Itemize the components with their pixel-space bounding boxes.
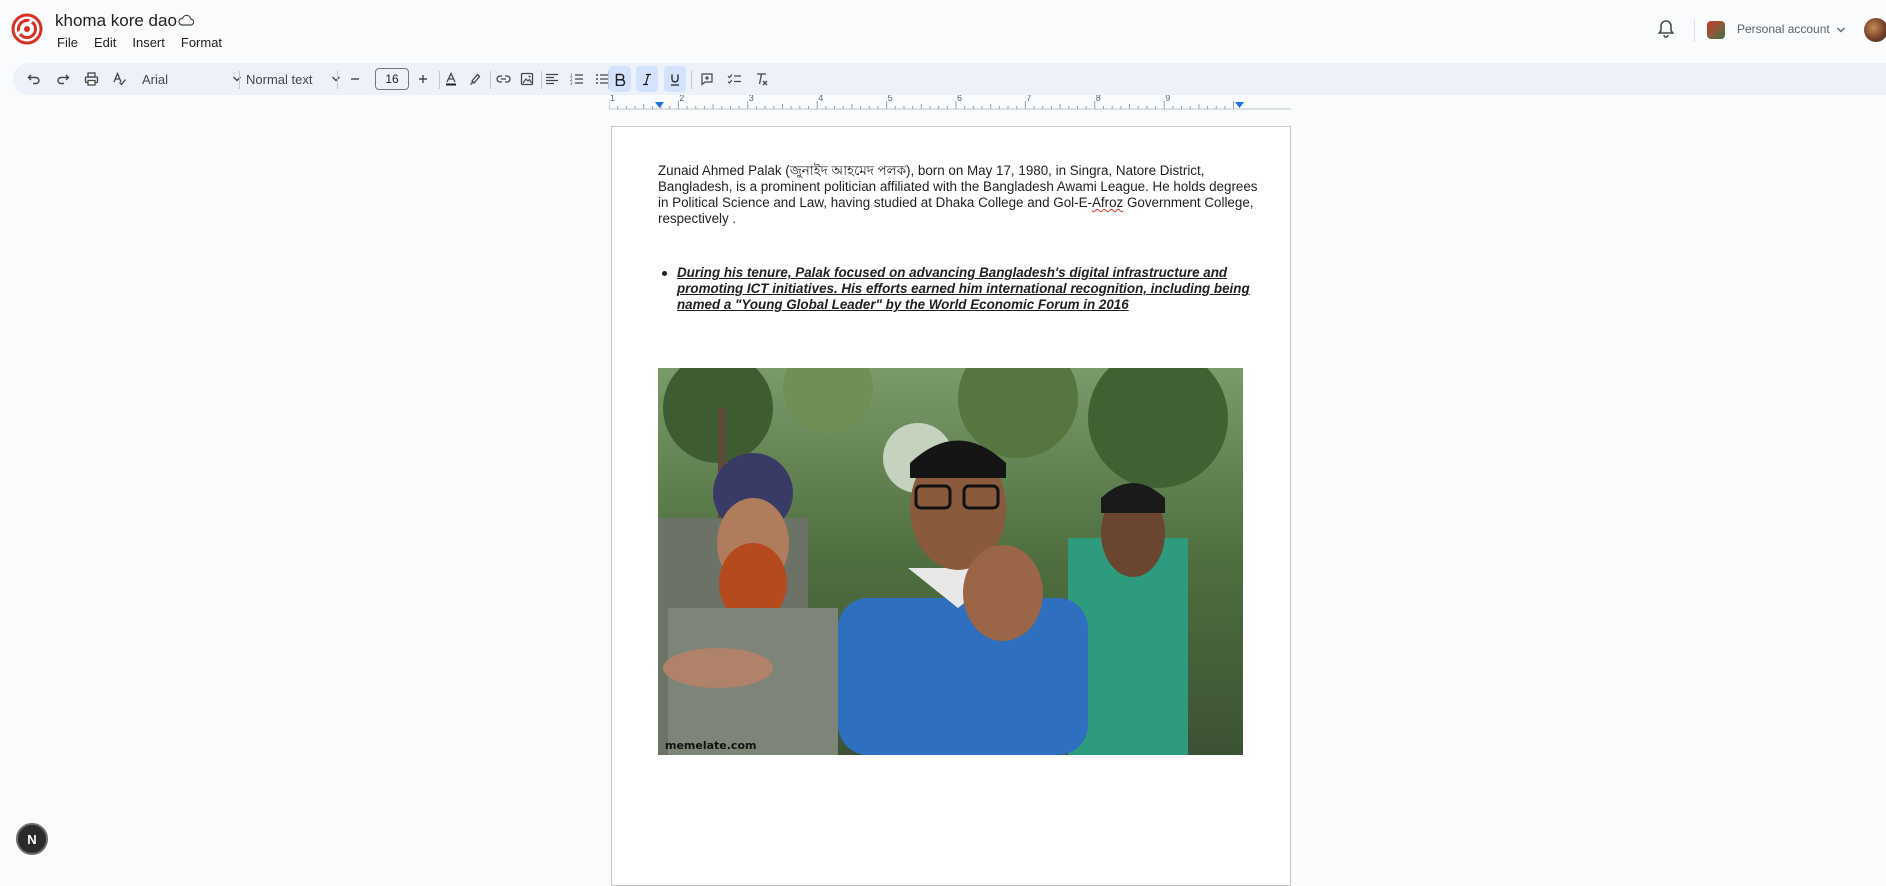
app-header: khoma kore dao File Edit Insert Format P…	[0, 0, 1886, 58]
photo-illustration	[658, 368, 1243, 755]
ruler-label: 9	[1165, 95, 1170, 103]
bullet-dot	[662, 271, 667, 276]
menu-bar: File Edit Insert Format	[49, 33, 230, 52]
body-paragraph[interactable]: Zunaid Ahmed Palak (জুনাইদ আহমেদ পলক), b…	[658, 163, 1258, 227]
user-avatar[interactable]	[1864, 18, 1886, 42]
highlighter-icon	[470, 73, 481, 85]
formatting-toolbar: Arial Normal text 16 123	[13, 63, 1886, 95]
chevron-down-icon	[233, 76, 241, 82]
document-title[interactable]: khoma kore dao	[55, 11, 177, 31]
redo-button[interactable]	[51, 63, 75, 95]
increase-font-size-button[interactable]	[411, 63, 435, 95]
print-button[interactable]	[79, 63, 103, 95]
font-family-dropdown[interactable]: Arial	[142, 63, 250, 95]
bulleted-list: During his tenure, Palak focused on adva…	[658, 265, 1258, 313]
insert-link-button[interactable]	[491, 63, 515, 95]
checklist-button[interactable]	[722, 63, 746, 95]
misspelled-word[interactable]: Afroz	[1092, 195, 1123, 210]
add-comment-button[interactable]	[695, 63, 719, 95]
undo-button[interactable]	[22, 63, 46, 95]
text-color-button[interactable]	[439, 63, 463, 95]
align-left-icon	[546, 73, 558, 85]
right-indent-marker[interactable]	[1235, 102, 1244, 108]
plus-icon	[419, 75, 427, 83]
ruler-label: 7	[1026, 95, 1031, 103]
toolbar-divider	[239, 71, 240, 89]
numbered-list-button[interactable]: 123	[565, 63, 589, 95]
align-left-button[interactable]	[540, 63, 564, 95]
account-divider	[1694, 20, 1695, 42]
cloud-saved-icon[interactable]	[178, 14, 194, 26]
undo-icon	[27, 74, 40, 85]
italic-button[interactable]	[636, 66, 658, 92]
spellcheck-button[interactable]	[107, 63, 131, 95]
menu-file[interactable]: File	[49, 33, 86, 52]
underline-button[interactable]	[664, 66, 686, 92]
menu-edit[interactable]: Edit	[86, 33, 124, 52]
bulleted-list-icon	[596, 74, 608, 84]
paragraph-style-value: Normal text	[246, 71, 313, 87]
highlight-color-button[interactable]	[463, 63, 487, 95]
assistant-fab-button[interactable]: N	[16, 823, 48, 855]
chevron-down-icon	[332, 76, 340, 82]
insert-image-button[interactable]	[515, 63, 539, 95]
image-watermark: memelate.com	[665, 739, 757, 752]
ruler-label: 8	[1096, 95, 1101, 103]
bold-button[interactable]	[609, 66, 631, 92]
clear-formatting-button[interactable]	[750, 63, 774, 95]
toolbar-divider	[691, 71, 692, 89]
minus-icon	[351, 78, 359, 80]
account-avatar[interactable]	[1707, 21, 1725, 39]
font-family-value: Arial	[142, 71, 169, 87]
ruler-scale: 1 2 3 4 5 6 7 8 9	[609, 95, 1291, 110]
spellcheck-icon	[112, 72, 126, 86]
account-switcher-label[interactable]: Personal account	[1737, 22, 1830, 36]
ruler-label: 6	[957, 95, 962, 103]
ruler-label: 2	[679, 95, 684, 103]
notifications-bell-icon[interactable]	[1657, 19, 1675, 38]
left-indent-marker[interactable]	[655, 102, 664, 108]
svg-text:3: 3	[570, 81, 573, 85]
toolbar-divider	[337, 71, 338, 89]
chevron-down-icon[interactable]	[1836, 26, 1846, 34]
menu-format[interactable]: Format	[173, 33, 230, 52]
underline-icon	[671, 74, 679, 86]
bold-icon	[615, 73, 626, 86]
numbered-list-icon: 123	[570, 73, 583, 85]
link-icon	[495, 75, 511, 83]
horizontal-ruler[interactable]: 1 2 3 4 5 6 7 8 9	[609, 95, 1291, 113]
paragraph-style-dropdown[interactable]: Normal text	[246, 63, 348, 95]
text-color-icon	[446, 72, 456, 86]
clear-formatting-icon	[757, 73, 768, 86]
checklist-icon	[727, 74, 741, 84]
ruler-label: 3	[749, 95, 754, 103]
comment-icon	[701, 73, 713, 86]
italic-icon	[643, 73, 651, 85]
embedded-photo[interactable]: memelate.com	[658, 368, 1243, 755]
font-size-input[interactable]: 16	[375, 68, 409, 90]
print-icon	[84, 72, 98, 86]
decrease-font-size-button[interactable]	[343, 63, 367, 95]
ruler-label: 4	[818, 95, 823, 103]
menu-insert[interactable]: Insert	[124, 33, 173, 52]
redo-icon	[57, 74, 70, 85]
list-item[interactable]: During his tenure, Palak focused on adva…	[658, 265, 1258, 313]
list-item-text: During his tenure, Palak focused on adva…	[677, 265, 1250, 312]
app-logo-icon[interactable]	[11, 13, 43, 45]
document-page[interactable]: Zunaid Ahmed Palak (জুনাইদ আহমেদ পলক), b…	[611, 126, 1291, 886]
ruler-label: 5	[888, 95, 893, 103]
ruler-label: 1	[610, 95, 615, 103]
image-icon	[520, 72, 534, 86]
